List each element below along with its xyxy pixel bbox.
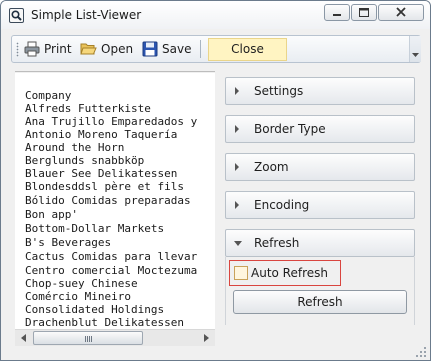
window-title: Simple List-Viewer [31, 8, 142, 22]
resize-grip-icon[interactable] [415, 346, 427, 358]
panel-label: Border Type [254, 122, 326, 136]
save-label: Save [162, 42, 192, 56]
list-item[interactable]: Around the Horn [25, 141, 124, 155]
auto-refresh-checkbox[interactable]: Auto Refresh [229, 260, 341, 286]
list-item[interactable]: Blondesddsl père et fils [25, 180, 184, 194]
open-label: Open [101, 42, 134, 56]
list-item[interactable]: Drachenblut Delikatessen [25, 316, 184, 329]
list-item[interactable]: Berglunds snabbköp [25, 154, 144, 168]
chevron-down-icon [234, 241, 242, 246]
magnifier-app-icon [9, 8, 24, 23]
list-item[interactable]: B's Beverages [25, 236, 111, 250]
print-button[interactable]: Print [24, 38, 72, 60]
list-divider [15, 71, 215, 72]
minimize-icon [333, 14, 341, 16]
open-button[interactable]: Open [80, 38, 133, 60]
floppy-disk-icon [142, 41, 158, 57]
panel-label: Settings [254, 84, 304, 98]
list-item[interactable]: Alfreds Futterkiste [25, 102, 151, 116]
list-item[interactable]: Bólido Comidas preparadas [25, 194, 191, 208]
checkbox-box[interactable] [234, 266, 248, 280]
list-item[interactable]: Bon app' [25, 208, 78, 222]
arrow-left-icon [21, 334, 26, 342]
chevron-right-icon [235, 125, 239, 133]
panel-zoom[interactable]: Zoom [225, 153, 415, 181]
scroll-left-button[interactable] [15, 330, 32, 346]
panel-encoding[interactable]: Encoding [225, 191, 415, 219]
maximize-button[interactable] [351, 4, 377, 21]
toolbar-separator [200, 40, 201, 58]
auto-refresh-label: Auto Refresh [251, 266, 328, 280]
title-bar[interactable]: Simple List-Viewer [1, 1, 430, 29]
toolbar-grip[interactable] [16, 42, 19, 57]
print-label: Print [44, 42, 72, 56]
list-item[interactable]: Antonio Moreno Taquería [25, 128, 177, 142]
scroll-right-button[interactable] [198, 330, 215, 346]
list-item[interactable]: Consolidated Holdings [25, 303, 164, 317]
panel-settings[interactable]: Settings [225, 77, 415, 105]
chevron-right-icon [235, 163, 239, 171]
thumb-grip [85, 336, 93, 342]
panel-border-type[interactable]: Border Type [225, 115, 415, 143]
chevron-right-icon [235, 201, 239, 209]
scrollbar-thumb[interactable] [33, 331, 143, 345]
list-item[interactable]: Chop-suey Chinese [25, 277, 138, 291]
toolbar-overflow-button[interactable] [409, 36, 421, 62]
panel-refresh[interactable]: Refresh [225, 229, 415, 257]
toolbar: Print Open Save Close [11, 35, 421, 63]
printer-icon [24, 41, 40, 57]
maximize-icon [359, 8, 369, 17]
list-item[interactable]: Centro comercial Moctezuma [25, 264, 197, 278]
list-item[interactable]: Comércio Mineiro [25, 290, 131, 304]
app-window: Simple List-Viewer Print Open Save Close… [0, 0, 431, 361]
company-list[interactable]: Company Alfreds Futterkiste Ana Trujillo… [15, 73, 215, 329]
horizontal-scrollbar[interactable] [15, 329, 215, 346]
list-item[interactable]: Company [25, 89, 71, 103]
panel-label: Zoom [254, 160, 289, 174]
chevron-down-icon [412, 53, 419, 57]
panel-label: Refresh [254, 236, 300, 250]
list-item[interactable]: Bottom-Dollar Markets [25, 222, 164, 236]
chevron-right-icon [235, 87, 239, 95]
minimize-button[interactable] [324, 4, 350, 21]
list-item[interactable]: Ana Trujillo Emparedados y [25, 115, 197, 129]
arrow-right-icon [204, 334, 209, 342]
panel-label: Encoding [254, 198, 310, 212]
close-window-button[interactable] [378, 4, 424, 21]
refresh-button[interactable]: Refresh [233, 290, 407, 314]
list-item[interactable]: Cactus Comidas para llevar [25, 250, 197, 264]
close-button[interactable]: Close [208, 38, 287, 61]
folder-open-icon [80, 43, 97, 55]
list-item[interactable]: Blauer See Delikatessen [25, 167, 177, 181]
save-button[interactable]: Save [142, 38, 191, 60]
close-icon [396, 7, 406, 17]
